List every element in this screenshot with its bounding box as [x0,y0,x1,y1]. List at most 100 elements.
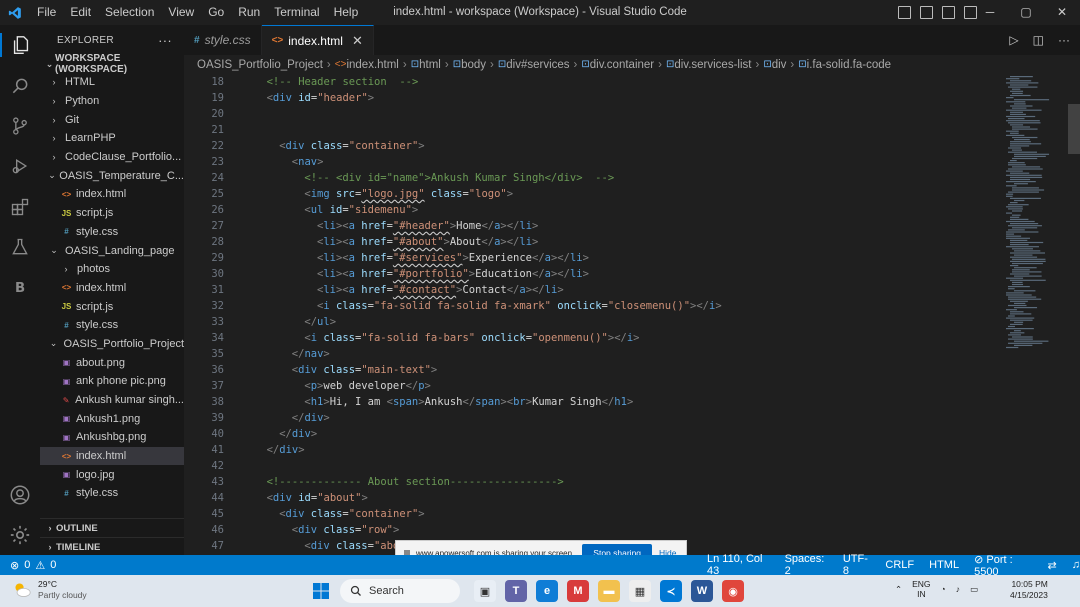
run-debug-icon[interactable] [8,154,32,178]
minimize-button[interactable]: ─ [972,0,1008,25]
code-content[interactable]: <!-- Header section --> <div id="header">… [254,74,1004,554]
toggle-secondary-sidebar-icon[interactable] [942,6,955,19]
taskbar-search[interactable]: Search [340,579,460,603]
source-control-icon[interactable] [8,114,32,138]
breadcrumb-item[interactable]: div#services [506,59,569,71]
code-line[interactable]: <li><a href="#portfolio">Education</a></… [254,266,1004,282]
tree-folder[interactable]: › CodeClause_Portfolio... [40,148,184,167]
menu-file[interactable]: File [30,0,63,25]
code-line[interactable]: </div> [254,442,1004,458]
explorer-icon[interactable] [0,33,40,57]
end-of-line[interactable]: CRLF [885,559,914,571]
menu-run[interactable]: Run [231,0,267,25]
tree-file[interactable]: ▣ about.png [40,353,184,372]
search-icon[interactable] [8,74,32,98]
timeline-section-header[interactable]: › TIMELINE [40,537,184,555]
tree-file[interactable]: ✎ Ankush kumar singh... [40,391,184,410]
code-line[interactable]: <div class="main-text"> [254,362,1004,378]
maximize-button[interactable]: ▢ [1008,0,1044,25]
feedback-icon[interactable]: ⇄ [1048,559,1057,572]
menu-terminal[interactable]: Terminal [267,0,326,25]
code-line[interactable]: <!------------- About section-----------… [254,474,1004,490]
file-explorer-icon[interactable]: ▬ [598,580,620,602]
tree-folder[interactable]: › HTML [40,73,184,92]
code-line[interactable]: <li><a href="#header">Home</a></li> [254,218,1004,234]
problems-indicator[interactable]: ⊗ 0 ⚠ 0 [0,559,56,572]
vscode-taskbar-icon[interactable]: ≺ [660,580,682,602]
tree-folder[interactable]: ⌄ OASIS_Temperature_C... [40,166,184,185]
code-line[interactable]: <div id="about"> [254,490,1004,506]
code-line[interactable] [254,122,1004,138]
cursor-position[interactable]: Ln 110, Col 43 [707,553,770,577]
indentation[interactable]: Spaces: 2 [785,553,828,577]
tree-file[interactable]: ▣ Ankush1.png [40,409,184,428]
vertical-scrollbar[interactable] [1068,74,1080,555]
tree-file[interactable]: ▣ Ankushbg.png [40,428,184,447]
windows-start-icon[interactable] [313,583,329,602]
code-line[interactable]: <ul id="sidemenu"> [254,202,1004,218]
breadcrumb-item[interactable]: div [772,59,787,71]
testing-icon[interactable] [8,235,32,259]
show-hidden-icons-icon[interactable]: ⌃ [895,584,902,595]
notifications-bell-icon[interactable]: ♫ [1072,559,1080,571]
split-editor-icon[interactable]: ◫ [1033,33,1044,47]
bootstrap-extension-icon[interactable]: B [8,275,32,299]
close-tab-icon[interactable]: ✕ [352,33,363,49]
tree-file[interactable]: <> index.html [40,279,184,298]
more-actions-icon[interactable]: ··· [1058,33,1070,47]
breadcrumb-item[interactable]: i.fa-solid.fa-code [807,59,891,71]
run-icon[interactable]: ▷ [1009,33,1018,47]
code-line[interactable]: <i class="fa-solid fa-solid fa-xmark" on… [254,298,1004,314]
code-line[interactable]: </ul> [254,314,1004,330]
code-line[interactable]: <nav> [254,154,1004,170]
volume-icon[interactable]: ♪ [956,584,960,594]
breadcrumb-item[interactable]: body [461,59,486,71]
account-icon[interactable] [8,483,32,507]
outline-section-header[interactable]: › OUTLINE [40,518,184,537]
menu-view[interactable]: View [161,0,201,25]
tree-file[interactable]: # style.css [40,484,184,503]
breadcrumb-item[interactable]: html [419,59,441,71]
word-icon[interactable]: W [691,580,713,602]
language-mode[interactable]: HTML [929,559,959,571]
tree-folder[interactable]: ⌄ OASIS_Portfolio_Project [40,335,184,354]
breadcrumb-item[interactable]: div.container [590,59,654,71]
scrollbar-thumb[interactable] [1068,104,1080,154]
breadcrumb-item[interactable]: OASIS_Portfolio_Project [197,59,323,71]
code-line[interactable]: <div class="row"> [254,522,1004,538]
tree-file[interactable]: # style.css [40,316,184,335]
code-line[interactable]: <!-- <div id="name">Ankush Kumar Singh</… [254,170,1004,186]
mcafee-icon[interactable]: M [567,580,589,602]
settings-gear-icon[interactable] [8,523,32,547]
chrome-icon[interactable]: ◉ [722,580,744,602]
encoding[interactable]: UTF-8 [843,553,871,577]
toggle-sidebar-icon[interactable] [898,6,911,19]
tree-folder[interactable]: › photos [40,260,184,279]
code-line[interactable]: </nav> [254,346,1004,362]
code-line[interactable]: <div class="container"> [254,506,1004,522]
tree-file[interactable]: <> index.html [40,446,184,466]
code-line[interactable] [254,106,1004,122]
breadcrumb-item[interactable]: div.services-list [674,59,751,71]
tree-file[interactable]: ▣ ank phone pic.png [40,372,184,391]
code-line[interactable]: </div> [254,426,1004,442]
tree-file[interactable]: # style.css [40,223,184,242]
tab-style-css[interactable]: # style.css [184,25,262,55]
code-line[interactable]: <li><a href="#contact">Contact</a></li> [254,282,1004,298]
tree-folder[interactable]: ⌄ OASIS_Landing_page [40,241,184,260]
extensions-icon[interactable] [8,195,32,219]
code-line[interactable]: <p>web developer</p> [254,378,1004,394]
code-line[interactable] [254,458,1004,474]
code-line[interactable]: <img src="logo.jpg" class="logo"> [254,186,1004,202]
tree-file[interactable]: ▣ logo.jpg [40,465,184,484]
workspace-section-header[interactable]: ⌄ WORKSPACE (WORKSPACE) [40,53,184,75]
tree-file[interactable]: JS script.js [40,204,184,223]
code-line[interactable]: <div id="header"> [254,90,1004,106]
code-line[interactable]: </div> [254,410,1004,426]
weather-widget[interactable]: 29°C Partly cloudy [12,579,87,601]
tree-folder[interactable]: › Git [40,110,184,129]
breadcrumb-item[interactable]: index.html [346,59,398,71]
code-line[interactable]: <!-- Header section --> [254,74,1004,90]
code-line[interactable]: <h1>Hi, I am <span>Ankush</span><br>Kuma… [254,394,1004,410]
tree-file[interactable]: <> index.html [40,185,184,204]
